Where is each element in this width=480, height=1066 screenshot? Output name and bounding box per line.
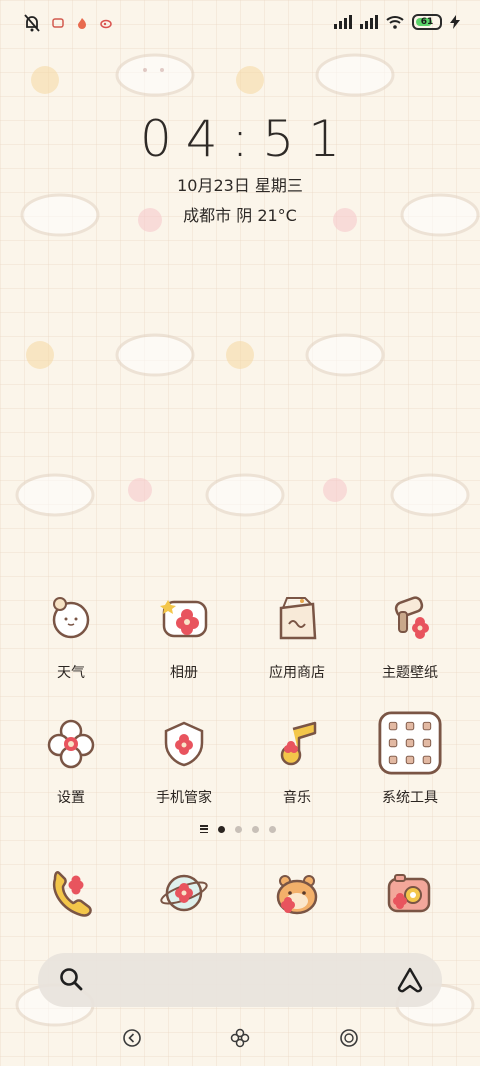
dock-browser[interactable] — [148, 857, 220, 929]
app-label: 系统工具 — [382, 790, 438, 806]
camera-icon — [387, 874, 431, 913]
wifi-icon — [386, 16, 404, 29]
app-label: 设置 — [57, 790, 85, 806]
recents-button[interactable] — [337, 1026, 361, 1050]
settings-icon — [47, 719, 95, 769]
app-label: 应用商店 — [269, 665, 325, 681]
weather-icon — [52, 597, 90, 639]
search-icon[interactable] — [58, 966, 86, 994]
app-weather[interactable]: 天气 — [16, 586, 126, 682]
page-dot[interactable] — [269, 825, 276, 833]
navigation-bar — [0, 1022, 480, 1052]
messages-icon — [276, 875, 318, 915]
app-store-icon — [279, 597, 317, 640]
page-list-icon[interactable] — [200, 825, 208, 833]
back-icon — [123, 1029, 141, 1047]
app-themes[interactable]: 主题壁纸 — [355, 586, 465, 682]
phone-icon — [52, 871, 92, 917]
system-tools-folder-icon — [378, 711, 442, 775]
page-dot[interactable] — [235, 825, 242, 833]
battery-icon: 61 — [412, 14, 442, 30]
signal-icon — [334, 15, 352, 29]
app-notification-icon — [52, 18, 64, 28]
clock-widget[interactable]: 04:51 10月23日 星期三 成都市 阴 21°C — [0, 110, 480, 226]
security-icon — [164, 721, 204, 767]
app-label: 音乐 — [283, 790, 311, 806]
status-bar: 61 — [0, 0, 480, 50]
signal-icon — [360, 15, 378, 29]
dock-messages[interactable] — [261, 857, 333, 929]
back-button[interactable] — [120, 1026, 144, 1050]
search-bar[interactable] — [38, 953, 442, 1007]
app-music[interactable]: 音乐 — [242, 711, 352, 807]
recents-icon — [340, 1029, 358, 1047]
clock-time: 04:51 — [139, 110, 355, 168]
clock-date: 10月23日 星期三 — [177, 176, 303, 195]
home-icon — [230, 1028, 250, 1048]
home-button[interactable] — [228, 1026, 252, 1050]
app-settings[interactable]: 设置 — [16, 711, 126, 807]
app-security[interactable]: 手机管家 — [129, 711, 239, 807]
page-dot[interactable] — [252, 825, 259, 833]
dock-phone[interactable] — [35, 857, 107, 929]
flame-notification-icon — [78, 18, 86, 29]
charging-icon — [450, 15, 460, 29]
gallery-icon — [160, 600, 208, 638]
bell-off-icon — [24, 14, 40, 32]
weather-summary: 成都市 阴 21°C — [183, 206, 297, 225]
app-label: 相册 — [170, 665, 198, 681]
dock-camera[interactable] — [373, 857, 445, 929]
browser-icon — [160, 874, 208, 912]
app-gallery[interactable]: 相册 — [129, 586, 239, 682]
app-label: 手机管家 — [156, 790, 212, 806]
page-indicator[interactable] — [200, 825, 276, 833]
music-icon — [280, 721, 317, 766]
weibo-notification-icon — [100, 19, 112, 29]
battery-level: 61 — [420, 17, 434, 27]
page-dot[interactable] — [218, 825, 225, 833]
app-label: 主题壁纸 — [382, 665, 438, 681]
assistant-icon[interactable] — [396, 966, 424, 994]
theme-wallpaper-icon — [394, 596, 429, 639]
app-store[interactable]: 应用商店 — [242, 586, 352, 682]
folder-system-tools[interactable]: 系统工具 — [355, 711, 465, 807]
app-label: 天气 — [57, 665, 85, 681]
